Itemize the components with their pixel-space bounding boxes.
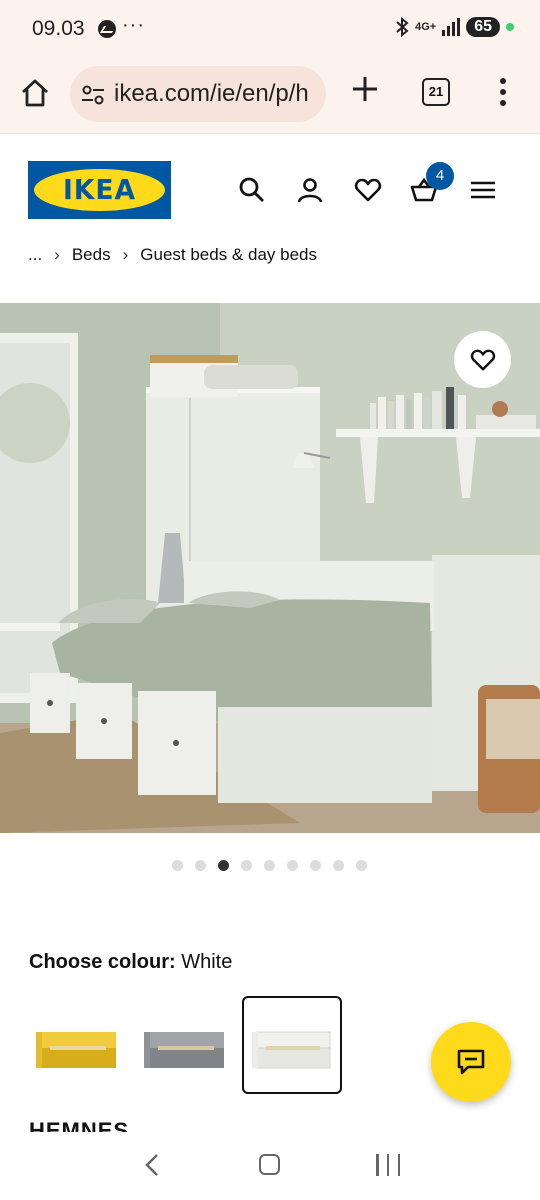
daybed-grey-thumbnail	[144, 1032, 224, 1068]
battery-icon: 65	[466, 17, 500, 37]
product-image[interactable]	[0, 303, 540, 833]
bluetooth-icon	[396, 17, 409, 37]
url-text: ikea.com/ie/en/p/h	[114, 80, 309, 107]
status-bar: 09.03 ··· 4G+ 65	[0, 0, 540, 60]
account-icon[interactable]	[296, 176, 324, 204]
choose-colour-label: Choose colour:	[29, 951, 176, 973]
breadcrumb: ... › Beds › Guest beds & day beds	[28, 245, 317, 265]
heart-icon	[470, 349, 495, 370]
chevron-right-icon: ›	[54, 245, 60, 264]
daybed-white-thumbnail	[252, 1031, 331, 1069]
carousel-dot-active[interactable]	[218, 860, 229, 871]
network-type: 4G+	[415, 21, 437, 33]
messenger-icon	[98, 20, 116, 38]
system-nav-bar	[0, 1132, 540, 1200]
daybed-yellow-thumbnail	[36, 1032, 116, 1068]
product-name: HEMNES	[29, 1118, 130, 1132]
cart-count-badge: 4	[426, 162, 454, 190]
carousel-dot[interactable]	[264, 860, 275, 871]
ikea-logo[interactable]: IKEA	[28, 161, 171, 219]
breadcrumb-ellipsis[interactable]: ...	[28, 245, 42, 265]
colour-option-grey[interactable]	[134, 996, 234, 1094]
address-bar[interactable]: ikea.com/ie/en/p/h	[70, 66, 326, 122]
home-icon[interactable]	[18, 76, 52, 110]
chevron-right-icon: ›	[122, 245, 129, 264]
carousel-dot[interactable]	[310, 860, 321, 871]
breadcrumb-item-beds[interactable]: Beds	[72, 245, 111, 265]
menu-icon[interactable]	[500, 78, 508, 108]
search-icon[interactable]	[238, 176, 266, 204]
bedroom-photo	[0, 303, 540, 833]
carousel-dot[interactable]	[172, 860, 183, 871]
browser-toolbar: ikea.com/ie/en/p/h 21	[0, 60, 540, 134]
image-carousel-dots	[172, 860, 367, 871]
back-icon[interactable]	[141, 1152, 165, 1178]
chat-button[interactable]	[431, 1022, 511, 1102]
hamburger-icon[interactable]	[469, 176, 497, 204]
selected-colour: White	[181, 951, 233, 973]
signal-icon	[442, 18, 461, 36]
recent-apps-icon[interactable]	[376, 1154, 400, 1176]
colour-option-yellow[interactable]	[26, 996, 126, 1094]
carousel-dot[interactable]	[356, 860, 367, 871]
logo-text: IKEA	[62, 173, 137, 206]
privacy-indicator-dot	[506, 23, 514, 31]
colour-chooser-label: Choose colour: White	[29, 951, 232, 974]
new-tab-icon[interactable]	[350, 74, 380, 104]
status-icons: 4G+ 65	[395, 17, 514, 37]
chat-icon	[457, 1049, 485, 1075]
status-time: 09.03	[32, 17, 85, 40]
more-notifications-icon: ···	[122, 14, 145, 36]
tabs-button[interactable]: 21	[422, 78, 450, 106]
carousel-dot[interactable]	[333, 860, 344, 871]
carousel-dot[interactable]	[195, 860, 206, 871]
add-to-favourites-button[interactable]	[454, 331, 511, 388]
carousel-dot[interactable]	[287, 860, 298, 871]
breadcrumb-item-guest-beds[interactable]: Guest beds & day beds	[140, 245, 317, 265]
colour-option-white[interactable]	[242, 996, 342, 1094]
carousel-dot[interactable]	[241, 860, 252, 871]
heart-icon[interactable]	[354, 176, 382, 204]
home-nav-icon[interactable]	[259, 1154, 280, 1175]
site-settings-icon[interactable]	[80, 82, 106, 108]
